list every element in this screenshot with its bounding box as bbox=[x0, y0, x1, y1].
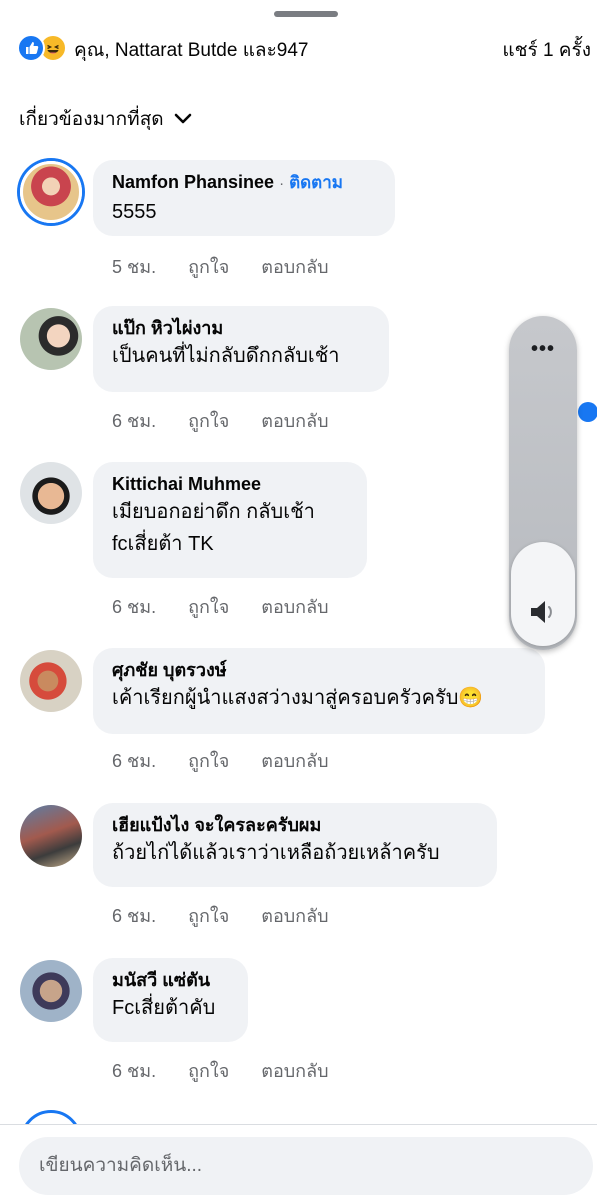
like-button[interactable]: ถูกใจ bbox=[188, 901, 229, 930]
reply-button[interactable]: ตอบกลับ bbox=[261, 1056, 328, 1085]
like-icon bbox=[578, 402, 597, 422]
sort-label: เกี่ยวข้องมากที่สุด bbox=[19, 109, 164, 130]
comment-meta: 6 ชม. ถูกใจ ตอบกลับ bbox=[112, 406, 329, 435]
speaker-icon bbox=[531, 601, 552, 623]
comment-text: เมียบอกอย่าดึก กลับเช้า bbox=[112, 501, 315, 523]
comment-composer: เขียนความคิดเห็น... bbox=[0, 1124, 597, 1201]
like-button[interactable]: ถูกใจ bbox=[188, 1056, 229, 1085]
avatar[interactable] bbox=[20, 161, 82, 223]
avatar[interactable] bbox=[20, 805, 82, 867]
comment-bubble[interactable]: มนัสวี แซ่ตัน Fcเสี่ยต้าคับ bbox=[93, 958, 248, 1042]
more-dots-icon[interactable]: ••• bbox=[509, 338, 577, 361]
like-button[interactable]: ถูกใจ bbox=[188, 406, 229, 435]
comment-text: Fcเสี่ยต้าคับ bbox=[112, 997, 216, 1019]
like-icon bbox=[17, 34, 45, 62]
reply-button[interactable]: ตอบกลับ bbox=[261, 252, 328, 281]
shares-count[interactable]: แชร์ 1 ครั้ง bbox=[502, 35, 591, 65]
comment-text: fcเสี่ยต้า TK bbox=[112, 533, 214, 555]
reaction-icons[interactable] bbox=[17, 34, 69, 62]
comment-text: ถ้วยไก่ได้แล้วเราว่าเหลือถ้วยเหล้าครับ bbox=[112, 842, 440, 864]
like-button[interactable]: ถูกใจ bbox=[188, 592, 229, 621]
reply-button[interactable]: ตอบกลับ bbox=[261, 592, 328, 621]
comment-time[interactable]: 5 ชม. bbox=[112, 252, 156, 281]
comment-author[interactable]: Kittichai Muhmee bbox=[112, 472, 347, 496]
like-button[interactable]: ถูกใจ bbox=[188, 746, 229, 775]
comment-bubble[interactable]: Namfon Phansinee · ติดตาม 5555 bbox=[93, 160, 395, 236]
comment-time[interactable]: 6 ชม. bbox=[112, 1056, 156, 1085]
comment-author[interactable]: ศุภชัย บุตรวงษ์ bbox=[112, 658, 525, 682]
avatar[interactable] bbox=[20, 308, 82, 370]
drag-handle[interactable] bbox=[274, 11, 338, 17]
comment-author[interactable]: เฮียแป้งไง จะใครละครับผม bbox=[112, 813, 477, 837]
comment-author[interactable]: มนัสวี แซ่ตัน bbox=[112, 968, 228, 992]
reactions-bar: คุณ, Nattarat Butde และ947 แชร์ 1 ครั้ง bbox=[0, 30, 597, 62]
like-button[interactable]: ถูกใจ bbox=[188, 252, 229, 281]
volume-button[interactable] bbox=[511, 542, 575, 646]
reply-button[interactable]: ตอบกลับ bbox=[261, 406, 328, 435]
comment-text: เค้าเรียกผู้นำแสงสว่างมาสู่ครอบครัวครับ😁 bbox=[112, 687, 484, 709]
comment-bubble[interactable]: เฮียแป้งไง จะใครละครับผม ถ้วยไก่ได้แล้วเ… bbox=[93, 803, 497, 887]
reply-button[interactable]: ตอบกลับ bbox=[261, 901, 328, 930]
comment-meta: 6 ชม. ถูกใจ ตอบกลับ bbox=[112, 1056, 329, 1085]
comment-time[interactable]: 6 ชม. bbox=[112, 406, 156, 435]
chevron-down-icon bbox=[174, 113, 191, 124]
avatar[interactable] bbox=[20, 960, 82, 1022]
comment-time[interactable]: 6 ชม. bbox=[112, 746, 156, 775]
comment-bubble[interactable]: ศุภชัย บุตรวงษ์ เค้าเรียกผู้นำแสงสว่างมา… bbox=[93, 648, 545, 734]
comment-time[interactable]: 6 ชม. bbox=[112, 901, 156, 930]
avatar[interactable] bbox=[20, 462, 82, 524]
comment-meta: 6 ชม. ถูกใจ ตอบกลับ bbox=[112, 592, 329, 621]
comment-text: 5555 bbox=[112, 201, 157, 223]
comment-author[interactable]: Namfon Phansinee bbox=[112, 172, 274, 192]
comment-bubble[interactable]: Kittichai Muhmee เมียบอกอย่าดึก กลับเช้า… bbox=[93, 462, 367, 578]
comment-input[interactable]: เขียนความคิดเห็น... bbox=[19, 1137, 593, 1195]
reply-button[interactable]: ตอบกลับ bbox=[261, 746, 328, 775]
comment-text: เป็นคนที่ไม่กลับดึกกลับเช้า bbox=[112, 345, 340, 367]
comment-author[interactable]: แป๊ก หิวไผ่งาม bbox=[112, 316, 369, 340]
comment-meta: 6 ชม. ถูกใจ ตอบกลับ bbox=[112, 901, 329, 930]
comment-time[interactable]: 6 ชม. bbox=[112, 592, 156, 621]
reactors-text[interactable]: คุณ, Nattarat Butde และ947 bbox=[74, 35, 309, 65]
comment-meta: 5 ชม. ถูกใจ ตอบกลับ bbox=[112, 252, 329, 281]
comment-bubble[interactable]: แป๊ก หิวไผ่งาม เป็นคนที่ไม่กลับดึกกลับเช… bbox=[93, 306, 389, 392]
sort-dropdown[interactable]: เกี่ยวข้องมากที่สุด bbox=[19, 104, 192, 134]
follow-button[interactable]: ติดตาม bbox=[289, 173, 343, 192]
comment-meta: 6 ชม. ถูกใจ ตอบกลับ bbox=[112, 746, 329, 775]
avatar[interactable] bbox=[20, 650, 82, 712]
floating-video-controls[interactable]: ••• bbox=[509, 316, 577, 650]
